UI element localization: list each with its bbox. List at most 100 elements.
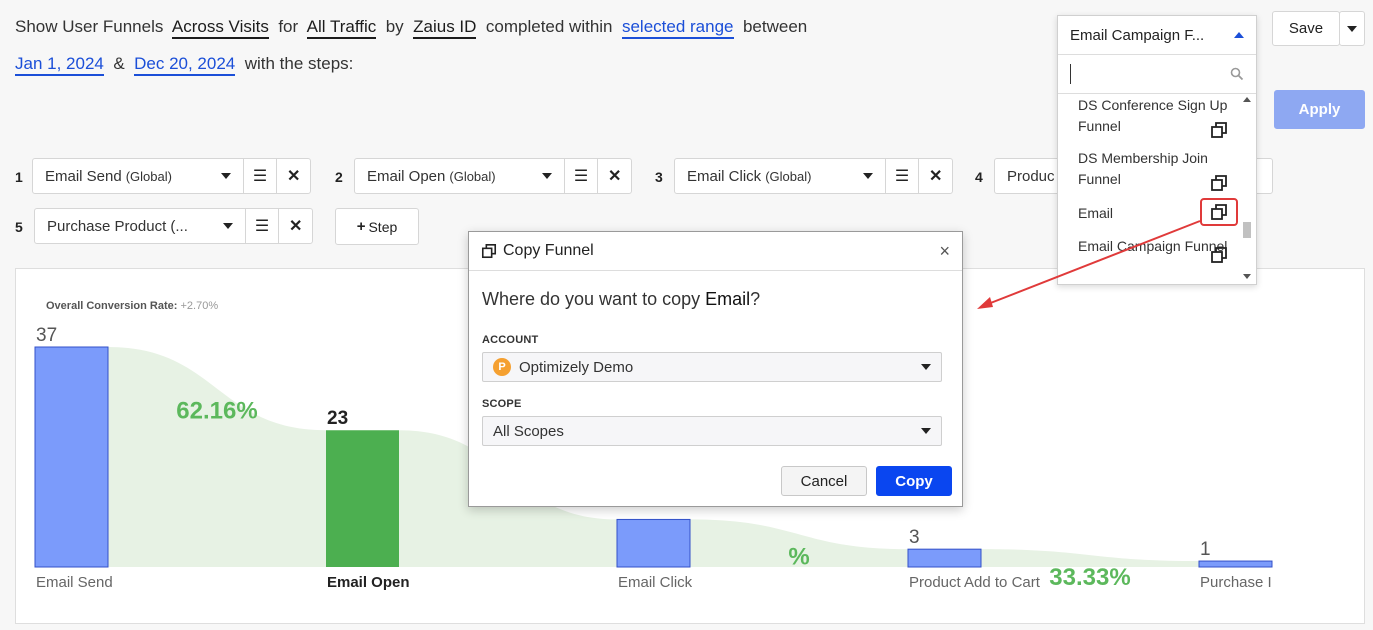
- step-5: Purchase Product (... ☰ ✕: [34, 208, 313, 244]
- apply-label: Apply: [1298, 101, 1341, 118]
- close-icon: ✕: [289, 218, 303, 235]
- copy-icon[interactable]: [1210, 246, 1228, 264]
- modal-header: Copy Funnel ×: [469, 232, 962, 271]
- save-button[interactable]: Save: [1272, 11, 1340, 46]
- step-event-select[interactable]: Purchase Product (...: [35, 209, 246, 243]
- copy-icon[interactable]: [1210, 174, 1228, 192]
- funnel-dropdown-toggle[interactable]: Email Campaign F...: [1058, 16, 1256, 55]
- scrollbar[interactable]: [1242, 95, 1252, 283]
- id-field-link[interactable]: Zaius ID: [413, 17, 477, 39]
- step-filter-button[interactable]: ☰: [886, 159, 920, 193]
- close-icon[interactable]: ×: [939, 241, 950, 262]
- by-word: by: [385, 17, 404, 36]
- funnel-bar[interactable]: [907, 548, 982, 568]
- step-remove-button[interactable]: ✕: [919, 159, 952, 193]
- scope-select[interactable]: All Scopes: [482, 416, 942, 446]
- steps-suffix: with the steps:: [244, 54, 354, 73]
- scroll-down-icon: [1243, 274, 1251, 279]
- chevron-down-icon: [222, 223, 233, 229]
- step-filter-button[interactable]: ☰: [246, 209, 280, 243]
- chevron-down-icon: [921, 364, 931, 370]
- step-event-select[interactable]: Email Send (Global): [33, 159, 244, 193]
- funnel-search-input[interactable]: [1070, 64, 1225, 84]
- account-value: Optimizely Demo: [519, 358, 634, 376]
- copy-button[interactable]: Copy: [876, 466, 952, 496]
- chevron-down-icon: [1347, 25, 1357, 32]
- bar-value-label: 3: [909, 527, 920, 548]
- account-badge-icon: P: [493, 358, 511, 376]
- chevron-down-icon: [541, 173, 552, 179]
- apply-button[interactable]: Apply: [1274, 90, 1365, 129]
- step-3: Email Click (Global) ☰ ✕: [674, 158, 953, 194]
- plus-icon: +: [356, 218, 366, 235]
- hamburger-icon: ☰: [894, 168, 910, 185]
- scope-label: SCOPE: [482, 398, 522, 410]
- hamburger-icon: ☰: [252, 168, 268, 185]
- step-event-label: Purchase Product (...: [47, 217, 188, 235]
- step-filter-button[interactable]: ☰: [565, 159, 599, 193]
- scrollbar-thumb[interactable]: [1243, 222, 1251, 238]
- traffic-link[interactable]: All Traffic: [306, 17, 377, 39]
- close-icon: ✕: [929, 168, 943, 185]
- copy-funnel-modal: Copy Funnel × Where do you want to copy …: [468, 231, 963, 507]
- funnel-item[interactable]: Email Campaign Funnel: [1078, 236, 1228, 257]
- step-event-select[interactable]: Email Click (Global): [675, 159, 886, 193]
- chart-subtitle: +2.70%: [181, 300, 219, 312]
- add-step-button[interactable]: + Step: [335, 208, 419, 245]
- chevron-up-icon: [1234, 32, 1244, 38]
- close-icon: ✕: [287, 168, 301, 185]
- step-1: Email Send (Global) ☰ ✕: [32, 158, 311, 194]
- search-icon: [1230, 67, 1244, 81]
- funnel-bar[interactable]: [326, 430, 399, 567]
- step-remove-button[interactable]: ✕: [277, 159, 310, 193]
- copy-label: Copy: [895, 472, 933, 490]
- conversion-label: %: [788, 543, 809, 570]
- hamburger-icon: ☰: [254, 218, 270, 235]
- modal-title: Copy Funnel: [503, 242, 594, 259]
- scope-value: All Scopes: [493, 422, 564, 440]
- step-filter-button[interactable]: ☰: [244, 159, 278, 193]
- step-number: 3: [655, 169, 663, 185]
- chevron-down-icon: [220, 173, 231, 179]
- save-menu-button[interactable]: [1339, 11, 1365, 46]
- category-label: Purchase I: [1200, 574, 1272, 591]
- funnel-list: DS Conference Sign Up Funnel DS Membersh…: [1058, 93, 1256, 285]
- bar-value-label: 1: [1200, 539, 1211, 560]
- step-number: 5: [15, 219, 23, 235]
- category-label: Email Click: [618, 574, 693, 591]
- funnel-bar[interactable]: [1198, 560, 1273, 568]
- start-date-link[interactable]: Jan 1, 2024: [15, 54, 104, 76]
- conversion-label: 62.16%: [176, 398, 257, 425]
- copy-icon[interactable]: [1210, 121, 1228, 139]
- close-icon: ✕: [607, 168, 622, 185]
- step-event-label: Email Send (Global): [45, 167, 172, 185]
- query-prefix: Show User Funnels: [15, 17, 164, 36]
- cancel-button[interactable]: Cancel: [781, 466, 867, 496]
- range-link[interactable]: selected range: [621, 17, 734, 39]
- save-label: Save: [1288, 20, 1324, 37]
- step-2: Email Open (Global) ☰ ✕: [354, 158, 632, 194]
- account-select[interactable]: P Optimizely Demo: [482, 352, 942, 382]
- funnel-item[interactable]: DS Membership Join Funnel: [1078, 148, 1228, 190]
- query-sentence-line-1: Show User Funnels Across Visits for All …: [15, 17, 808, 39]
- between-word: between: [742, 17, 808, 36]
- step-remove-button[interactable]: ✕: [598, 159, 631, 193]
- category-label: Email Open: [327, 574, 410, 591]
- hamburger-icon: ☰: [573, 168, 589, 185]
- end-date-link[interactable]: Dec 20, 2024: [134, 54, 236, 76]
- copy-icon[interactable]: [1210, 203, 1228, 221]
- step-event-select[interactable]: Email Open (Global): [355, 159, 565, 193]
- funnel-item[interactable]: DS Conference Sign Up Funnel: [1078, 95, 1228, 137]
- bar-value-label: 23: [327, 408, 348, 429]
- bar-value-label: 37: [36, 325, 57, 346]
- step-remove-button[interactable]: ✕: [279, 209, 312, 243]
- completed-word: completed within: [485, 17, 613, 36]
- funnel-search-box: [1058, 55, 1256, 94]
- visit-mode-link[interactable]: Across Visits: [171, 17, 269, 39]
- for-word: for: [278, 17, 299, 36]
- step-number: 2: [335, 169, 343, 185]
- funnel-bar[interactable]: [34, 346, 109, 568]
- chart-title: Overall Conversion Rate: +2.70%: [46, 300, 218, 312]
- funnel-bar[interactable]: [616, 518, 691, 568]
- chevron-down-icon: [921, 428, 931, 434]
